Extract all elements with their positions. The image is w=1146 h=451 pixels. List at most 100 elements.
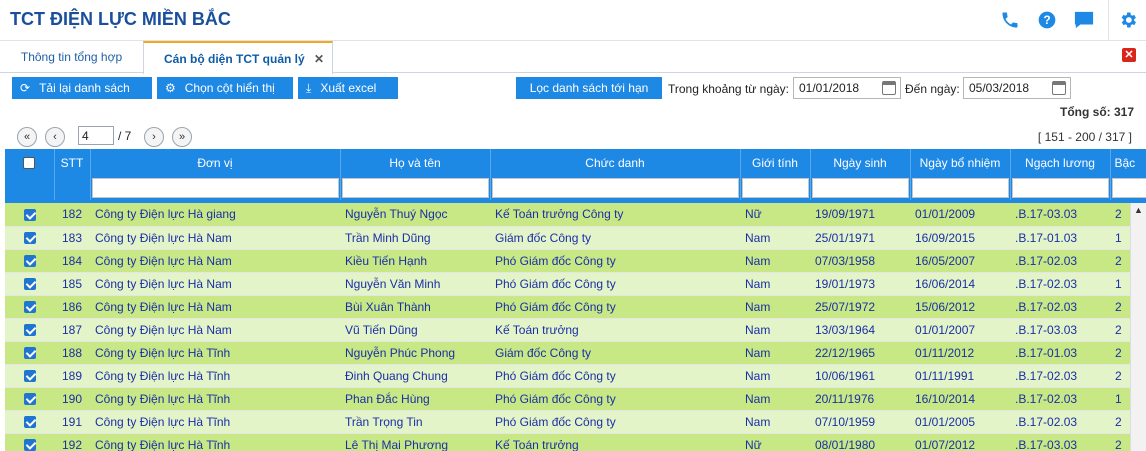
row-checkbox[interactable] — [23, 347, 36, 360]
row-gioi-tinh: Nam — [740, 226, 810, 250]
table-row[interactable]: 188 Công ty Điện lực Hà Tĩnh Nguyễn Phúc P… — [5, 341, 1146, 365]
col-gioi-tinh[interactable]: Giới tính — [740, 149, 811, 176]
row-select-cell — [5, 249, 54, 273]
filter-gioi-tinh-input[interactable] — [741, 178, 809, 198]
to-date-input[interactable]: 05/03/2018 — [963, 77, 1071, 99]
vertical-scrollbar[interactable]: ▲ — [1130, 203, 1146, 451]
filter-due-button[interactable]: Lọc danh sách tới hạn — [516, 77, 662, 99]
row-chuc-danh: Phó Giám đốc Công ty — [490, 295, 740, 319]
svg-text:?: ? — [1043, 14, 1050, 27]
table-row[interactable]: 185 Công ty Điện lực Hà Nam Nguyễn Văn Min… — [5, 272, 1146, 296]
row-ngach-luong: .B.17-02.03 — [1010, 387, 1110, 411]
row-ngach-luong: .B.17-02.03 — [1010, 249, 1110, 273]
scroll-up-icon[interactable]: ▲ — [1131, 205, 1146, 215]
col-ngay-sinh[interactable]: Ngày sinh — [810, 149, 911, 176]
table-row[interactable]: 186 Công ty Điện lực Hà Nam Bùi Xuân Thành… — [5, 295, 1146, 319]
row-chuc-danh: Kế Toán trưởng Công ty — [490, 203, 740, 227]
row-checkbox[interactable] — [23, 324, 36, 337]
row-ho-ten: Đinh Quang Chung — [340, 364, 490, 388]
tab-thong-tin-tong-hop[interactable]: Thông tin tổng hợp — [0, 41, 143, 73]
row-ngay-sinh: 25/01/1971 — [810, 226, 910, 250]
prev-page-button[interactable]: ‹ — [45, 127, 65, 147]
first-page-button[interactable]: « — [17, 127, 37, 147]
phone-icon[interactable] — [991, 0, 1028, 40]
gear-icon[interactable] — [1109, 0, 1146, 40]
app-header: TCT ĐIỆN LỰC MIỀN BẮC ? — [0, 0, 1146, 41]
col-ho-ten[interactable]: Họ và tên — [340, 149, 491, 176]
page-total: / 7 — [118, 129, 132, 143]
row-ngach-luong: .B.17-03.03 — [1010, 318, 1110, 342]
row-ngay-bo-nhiem: 01/07/2012 — [910, 433, 1010, 451]
filter-cell — [340, 176, 491, 200]
col-chuc-danh[interactable]: Chức danh — [490, 149, 741, 176]
table-row[interactable]: 190 Công ty Điện lực Hà Tĩnh Phan Đắc Hùng… — [5, 387, 1146, 411]
row-checkbox[interactable] — [23, 393, 36, 406]
row-stt: 187 — [54, 318, 90, 342]
row-ho-ten: Bùi Xuân Thành — [340, 295, 490, 319]
table-row[interactable]: 184 Công ty Điện lực Hà Nam Kiều Tiến Hạnh… — [5, 249, 1146, 273]
row-checkbox[interactable] — [23, 416, 36, 429]
row-checkbox[interactable] — [23, 255, 36, 268]
table-row[interactable]: 183 Công ty Điện lực Hà Nam Trần Minh Dũng… — [5, 226, 1146, 250]
row-ngay-bo-nhiem: 01/11/2012 — [910, 341, 1010, 365]
row-checkbox[interactable] — [23, 370, 36, 383]
filter-ho-ten-input[interactable] — [341, 178, 489, 198]
row-ngay-sinh: 13/03/1964 — [810, 318, 910, 342]
from-date-label: Trong khoảng từ ngày: — [668, 82, 789, 96]
col-ngach-luong[interactable]: Ngạch lương — [1010, 149, 1111, 176]
row-chuc-danh: Kế Toán trưởng — [490, 318, 740, 342]
select-all-header[interactable] — [5, 149, 55, 176]
export-excel-button[interactable]: ⤓ Xuất excel — [298, 77, 398, 99]
from-date-input[interactable]: 01/01/2018 — [793, 77, 901, 99]
row-ngay-bo-nhiem: 16/05/2007 — [910, 249, 1010, 273]
calendar-icon[interactable] — [1052, 81, 1066, 95]
row-checkbox[interactable] — [23, 232, 36, 245]
table-row[interactable]: 182 Công ty Điện lực Hà giang Nguyễn Thuý … — [5, 203, 1146, 227]
page-input[interactable]: 4 — [78, 126, 114, 145]
last-page-button[interactable]: » — [172, 127, 192, 147]
row-checkbox[interactable] — [23, 278, 36, 291]
row-don-vi: Công ty Điện lực Hà Tĩnh — [90, 387, 340, 411]
choose-columns-button[interactable]: ⚙ Chọn cột hiển thị — [157, 77, 293, 99]
filter-ngay-bo-nhiem-input[interactable] — [911, 178, 1009, 198]
filter-cell — [54, 176, 91, 200]
table-row[interactable]: 191 Công ty Điện lực Hà Tĩnh Trần Trọng Ti… — [5, 410, 1146, 434]
row-ho-ten: Vũ Tiến Dũng — [340, 318, 490, 342]
next-page-button[interactable]: › — [144, 127, 164, 147]
table-row[interactable]: 189 Công ty Điện lực Hà Tĩnh Đinh Quang Ch… — [5, 364, 1146, 388]
chat-icon[interactable] — [1065, 0, 1102, 40]
record-range: [ 151 - 200 / 317 ] — [1037, 130, 1132, 144]
filter-chuc-danh-input[interactable] — [491, 178, 739, 198]
row-checkbox[interactable] — [23, 301, 36, 314]
row-checkbox[interactable] — [23, 439, 36, 451]
row-stt: 189 — [54, 364, 90, 388]
tab-can-bo[interactable]: Cán bộ diện TCT quản lý ✕ — [143, 41, 333, 74]
filter-ngay-sinh-input[interactable] — [811, 178, 909, 198]
help-icon[interactable]: ? — [1028, 0, 1065, 40]
app-title: TCT ĐIỆN LỰC MIỀN BẮC — [10, 9, 231, 29]
filter-cell — [90, 176, 341, 200]
filter-bac-input[interactable] — [1111, 178, 1146, 198]
col-don-vi[interactable]: Đơn vị — [90, 149, 341, 176]
row-checkbox[interactable] — [23, 209, 36, 222]
row-chuc-danh: Phó Giám đốc Công ty — [490, 249, 740, 273]
columns-label: Chọn cột hiển thị — [184, 81, 275, 95]
close-window-icon[interactable]: ✕ — [1122, 48, 1136, 62]
row-ngay-sinh: 07/03/1958 — [810, 249, 910, 273]
filter-ngach-luong-input[interactable] — [1011, 178, 1109, 198]
reload-button[interactable]: ⟳ Tải lại danh sách — [12, 77, 152, 99]
select-all-checkbox[interactable] — [23, 157, 36, 170]
table-row[interactable]: 187 Công ty Điện lực Hà Nam Vũ Tiến Dũng Kế… — [5, 318, 1146, 342]
col-stt[interactable]: STT — [54, 149, 91, 176]
row-gioi-tinh: Nam — [740, 364, 810, 388]
table-row[interactable]: 192 Công ty Điện lực Hà Tĩnh Lê Thị Mai Ph… — [5, 433, 1146, 451]
filter-don-vi-input[interactable] — [91, 178, 339, 198]
row-don-vi: Công ty Điện lực Hà Nam — [90, 295, 340, 319]
row-don-vi: Công ty Điện lực Hà Tĩnh — [90, 341, 340, 365]
tab-label: Cán bộ diện TCT quản lý — [164, 51, 305, 66]
col-bac[interactable]: Bậc — [1110, 149, 1146, 176]
row-ho-ten: Lê Thị Mai Phương — [340, 433, 490, 451]
col-ngay-bo-nhiem[interactable]: Ngày bổ nhiệm — [910, 149, 1011, 176]
close-icon[interactable]: ✕ — [314, 52, 324, 66]
calendar-icon[interactable] — [882, 81, 896, 95]
